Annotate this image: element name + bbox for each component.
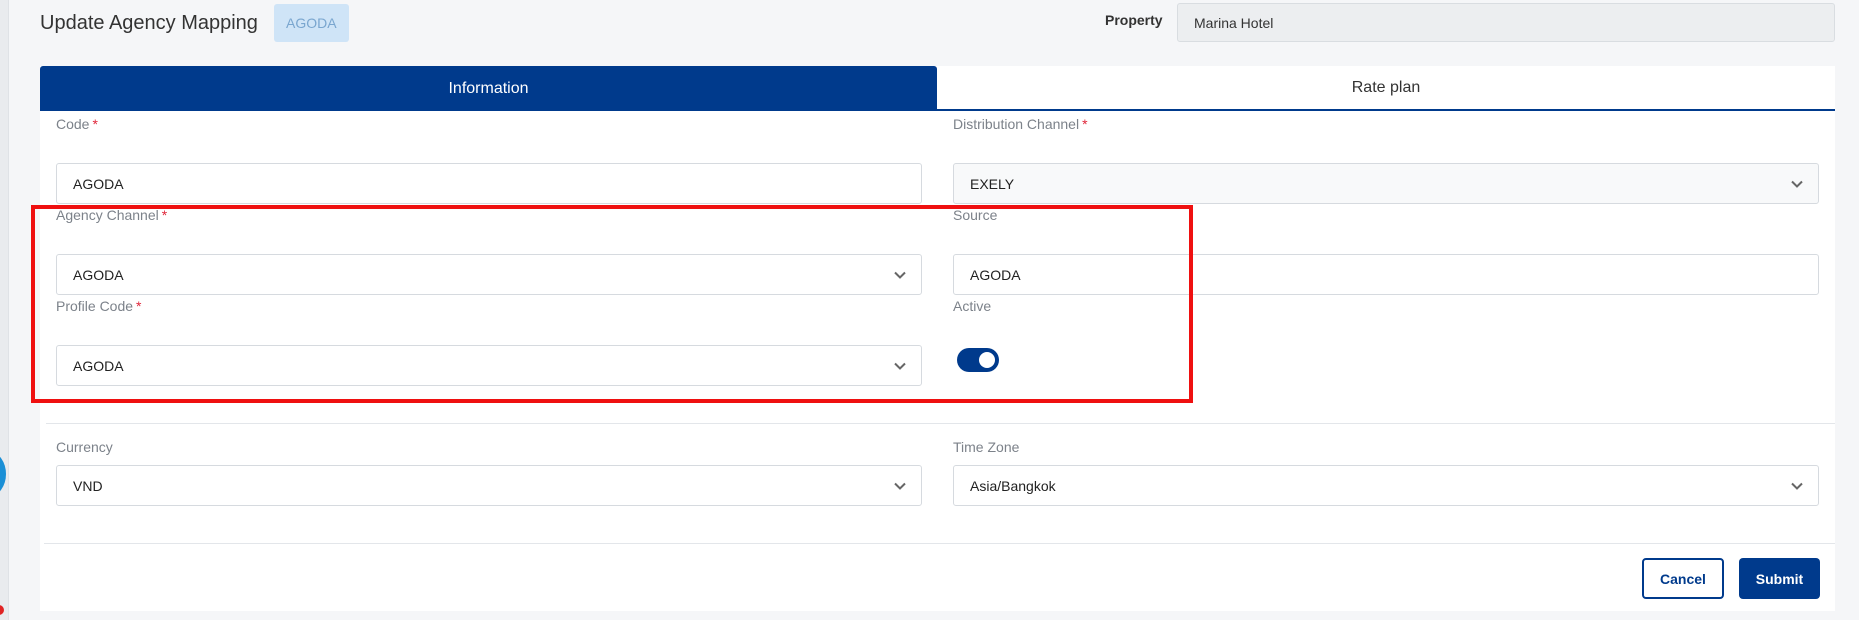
agency-channel-label: Agency Channel * (56, 207, 168, 223)
code-input[interactable]: AGODA (56, 163, 922, 204)
required-marker: * (161, 207, 168, 223)
profile-code-value: AGODA (73, 357, 124, 374)
distribution-channel-select[interactable]: EXELY (953, 163, 1819, 204)
currency-select[interactable]: VND (56, 465, 922, 506)
chevron-down-icon (1791, 180, 1803, 188)
source-label: Source (953, 207, 998, 223)
agency-code-badge: AGODA (274, 4, 349, 42)
chevron-down-icon (894, 271, 906, 279)
code-label: Code * (56, 116, 98, 132)
submit-button[interactable]: Submit (1739, 558, 1820, 599)
tab-rate-plan[interactable]: Rate plan (937, 66, 1835, 111)
page-title: Update Agency Mapping (40, 12, 258, 34)
time-zone-label: Time Zone (953, 439, 1020, 455)
required-marker: * (136, 298, 142, 314)
currency-label: Currency (56, 439, 113, 455)
property-label: Property (1105, 12, 1163, 28)
section-divider (46, 423, 1835, 424)
agency-channel-select[interactable]: AGODA (56, 254, 922, 295)
mapping-form-card: Information Rate plan Code * AGODA Distri… (40, 66, 1835, 611)
distribution-channel-value: EXELY (970, 175, 1015, 192)
tab-information[interactable]: Information (40, 66, 937, 111)
cancel-button[interactable]: Cancel (1642, 558, 1724, 599)
chevron-down-icon (1791, 482, 1803, 490)
time-zone-value: Asia/Bangkok (970, 477, 1056, 494)
active-label: Active (953, 298, 992, 314)
toggle-knob (979, 352, 995, 368)
distribution-channel-label: Distribution Channel * (953, 116, 1088, 132)
profile-code-select[interactable]: AGODA (56, 345, 922, 386)
time-zone-select[interactable]: Asia/Bangkok (953, 465, 1819, 506)
chevron-down-icon (894, 362, 906, 370)
left-edge-strip (0, 0, 9, 620)
required-marker: * (92, 116, 98, 132)
active-toggle[interactable] (957, 348, 999, 372)
property-field: Marina Hotel (1177, 3, 1835, 42)
source-input[interactable]: AGODA (953, 254, 1819, 295)
currency-value: VND (73, 477, 103, 494)
required-marker: * (1082, 116, 1088, 132)
agency-channel-value: AGODA (73, 266, 124, 283)
footer-divider (44, 543, 1835, 544)
chevron-down-icon (894, 482, 906, 490)
profile-code-label: Profile Code * (56, 298, 142, 314)
